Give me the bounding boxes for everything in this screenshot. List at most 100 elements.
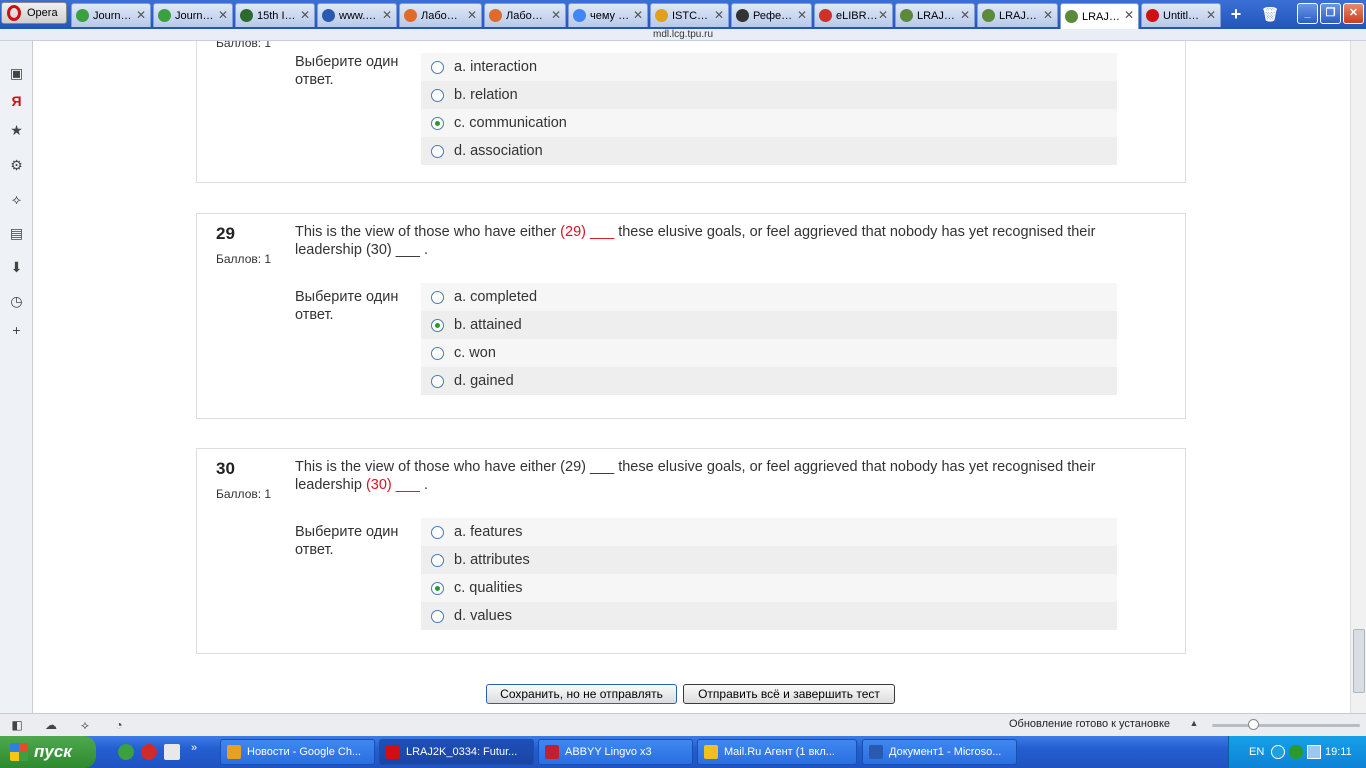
minimize-button[interactable]: _: [1297, 3, 1318, 24]
new-tab-plus-icon[interactable]: +: [1226, 4, 1246, 24]
answer-option[interactable]: c. qualities: [421, 574, 1117, 602]
restore-button[interactable]: ❐: [1320, 3, 1341, 24]
close-tab-icon[interactable]: ✕: [1043, 8, 1053, 22]
document-quicklaunch-icon[interactable]: [164, 744, 180, 760]
radio-button[interactable]: [431, 346, 444, 360]
gear-icon[interactable]: ⚙: [8, 157, 25, 174]
add-panel-plus-icon[interactable]: +: [8, 322, 25, 339]
radio-button-selected[interactable]: [431, 116, 444, 130]
answer-option[interactable]: d. association: [421, 137, 1117, 165]
tab-label: Лабо…: [506, 9, 543, 22]
browser-tab[interactable]: Лабо… ✕: [399, 3, 482, 27]
close-tab-icon[interactable]: ✕: [714, 8, 724, 22]
browser-tab[interactable]: LRAJ… ✕: [1060, 3, 1139, 29]
network-icon[interactable]: [1271, 745, 1285, 759]
more-chevron-icon[interactable]: »: [191, 742, 197, 754]
answer-option[interactable]: d. values: [421, 602, 1117, 630]
google-icon: [573, 9, 586, 22]
history-clock-icon[interactable]: ◷: [8, 293, 25, 310]
radio-button[interactable]: [431, 525, 444, 539]
close-tab-icon[interactable]: ✕: [960, 8, 970, 22]
submit-all-and-finish-button[interactable]: Отправить всё и завершить тест: [683, 684, 895, 704]
answer-option[interactable]: a. features: [421, 518, 1117, 546]
address-bar[interactable]: mdl.lcg.tpu.ru: [0, 29, 1366, 41]
browser-tab[interactable]: Journ… ✕: [71, 3, 151, 27]
start-button[interactable]: пуск: [0, 736, 96, 768]
bookmarks-star-icon[interactable]: ★: [8, 122, 25, 139]
close-tab-icon[interactable]: ✕: [878, 8, 888, 22]
taskbar-button[interactable]: LRAJ2K_0334: Futur...: [379, 739, 534, 765]
browser-tab[interactable]: www.… ✕: [317, 3, 397, 27]
answer-option[interactable]: a. completed: [421, 283, 1117, 311]
close-tab-icon[interactable]: ✕: [467, 8, 477, 22]
close-tab-icon[interactable]: ✕: [797, 8, 807, 22]
radio-button-selected[interactable]: [431, 318, 444, 332]
browser-tab[interactable]: LRAJ… ✕: [895, 3, 975, 27]
answer-option[interactable]: c. won: [421, 339, 1117, 367]
close-tab-icon[interactable]: ✕: [1124, 8, 1134, 22]
trash-icon[interactable]: 🗑: [1260, 4, 1280, 24]
browser-tab[interactable]: ISTC… ✕: [650, 3, 729, 27]
speed-dial-icon[interactable]: ▣: [8, 65, 25, 82]
radio-button[interactable]: [431, 609, 444, 623]
connection-icon[interactable]: [1307, 745, 1321, 759]
radio-button[interactable]: [431, 144, 444, 158]
unite-status-icon[interactable]: ⟡: [77, 718, 93, 732]
question-text: This is the view of those who have eithe…: [295, 224, 1096, 258]
taskbar-button[interactable]: ABBYY Lingvo x3: [538, 739, 693, 765]
clock[interactable]: 19:11: [1325, 746, 1352, 758]
answer-option[interactable]: b. attained: [421, 311, 1117, 339]
turbo-icon[interactable]: ◔: [111, 718, 127, 732]
update-status-text[interactable]: Обновление готово к установке: [1009, 718, 1170, 730]
radio-button[interactable]: [431, 60, 444, 74]
close-tab-icon[interactable]: ✕: [300, 8, 310, 22]
radio-button[interactable]: [431, 88, 444, 102]
answer-option[interactable]: b. relation: [421, 81, 1117, 109]
question-28: Баллов: 1 Выберите один ответ. a. intera…: [196, 41, 1186, 183]
browser-tab[interactable]: чему … ✕: [568, 3, 648, 27]
answer-option[interactable]: a. interaction: [421, 53, 1117, 81]
zoom-slider-knob[interactable]: [1248, 719, 1259, 730]
yandex-icon[interactable]: Я: [8, 93, 25, 110]
browser-tab[interactable]: eLIBR… ✕: [814, 3, 893, 27]
browser-tab[interactable]: Untitl… ✕: [1141, 3, 1221, 27]
close-tab-icon[interactable]: ✕: [136, 8, 146, 22]
radio-button[interactable]: [431, 290, 444, 304]
browser-tab[interactable]: Рефе… ✕: [731, 3, 812, 27]
lingvo-icon: [545, 745, 559, 759]
radio-button[interactable]: [431, 553, 444, 567]
panel-toggle-icon[interactable]: ◧: [9, 718, 25, 732]
save-without-submit-button[interactable]: Сохранить, но не отправлять: [486, 684, 677, 704]
zoom-slider[interactable]: [1212, 724, 1360, 727]
language-indicator[interactable]: EN: [1249, 746, 1264, 758]
taskbar-button[interactable]: Документ1 - Microso...: [862, 739, 1017, 765]
chevron-up-icon[interactable]: ▲: [1186, 718, 1202, 732]
answer-option[interactable]: b. attributes: [421, 546, 1117, 574]
answer-option[interactable]: d. gained: [421, 367, 1117, 395]
opera-quicklaunch-icon[interactable]: [141, 744, 157, 760]
close-tab-icon[interactable]: ✕: [218, 8, 228, 22]
close-tab-icon[interactable]: ✕: [551, 8, 561, 22]
opera-menu-button[interactable]: Opera: [1, 2, 67, 24]
vertical-scrollbar[interactable]: [1350, 41, 1366, 713]
cloud-icon[interactable]: ☁: [43, 718, 59, 732]
browser-tab[interactable]: 15th I… ✕: [235, 3, 315, 27]
browser-tab[interactable]: LRAJ… ✕: [977, 3, 1058, 27]
taskbar-button[interactable]: Новости - Google Ch...: [220, 739, 375, 765]
browser-tab[interactable]: Journ… ✕: [153, 3, 233, 27]
radio-button[interactable]: [431, 374, 444, 388]
close-tab-icon[interactable]: ✕: [382, 8, 392, 22]
utorrent-icon[interactable]: [118, 744, 134, 760]
notes-icon[interactable]: ▤: [8, 225, 25, 242]
scrollbar-thumb[interactable]: [1353, 629, 1365, 693]
browser-tab[interactable]: Лабо… ✕: [484, 3, 566, 27]
answer-option[interactable]: c. communication: [421, 109, 1117, 137]
close-window-button[interactable]: ✕: [1343, 3, 1364, 24]
close-tab-icon[interactable]: ✕: [633, 8, 643, 22]
radio-button-selected[interactable]: [431, 581, 444, 595]
unite-icon[interactable]: ⟡: [8, 191, 25, 208]
close-tab-icon[interactable]: ✕: [1206, 8, 1216, 22]
downloads-icon[interactable]: ⬇: [8, 259, 25, 276]
antivirus-icon[interactable]: [1289, 745, 1303, 759]
taskbar-button[interactable]: Mail.Ru Агент (1 вкл...: [697, 739, 857, 765]
